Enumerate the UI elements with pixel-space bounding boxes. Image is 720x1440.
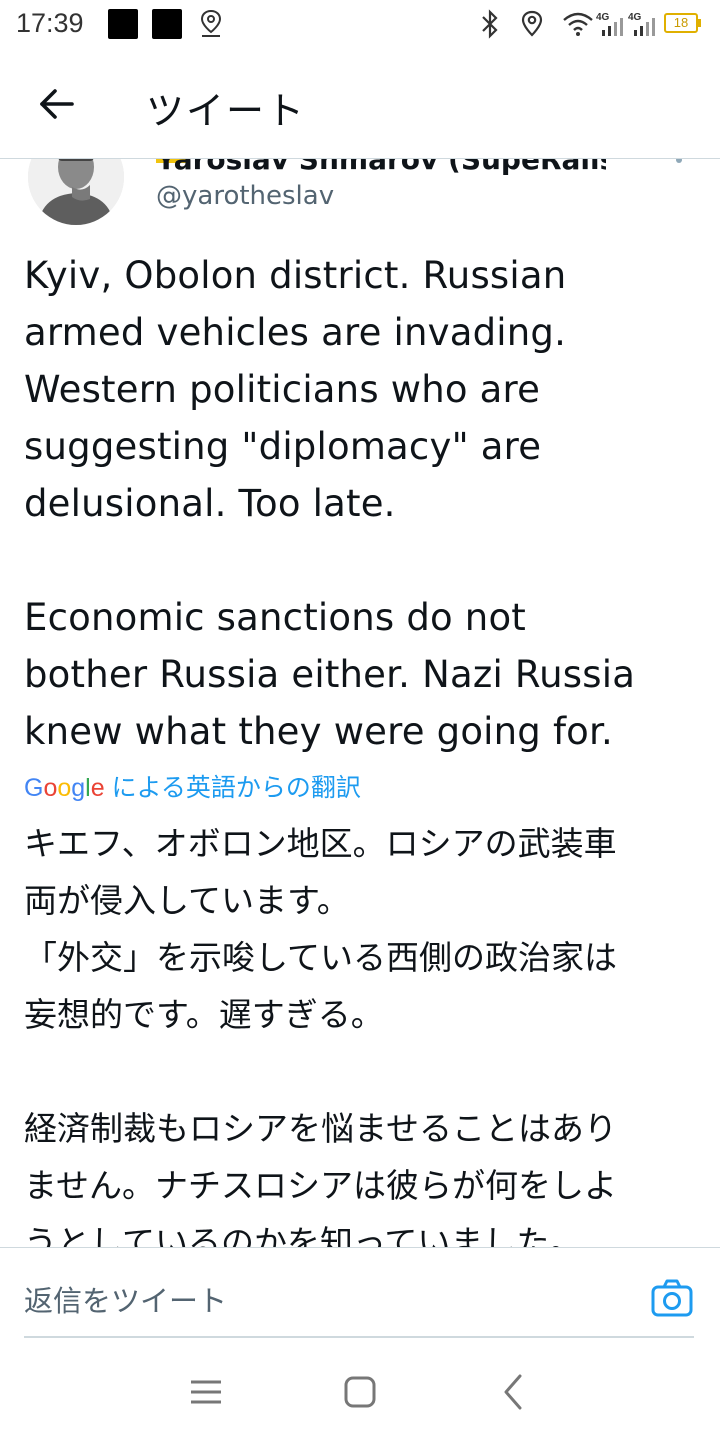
notification-square-icon <box>108 9 138 39</box>
arrow-left-icon[interactable] <box>30 78 82 130</box>
signal-icon: 4G <box>596 12 623 36</box>
translated-text: キエフ、オボロン地区。ロシアの武装車 両が侵入しています。 「外交」を示唆してい… <box>24 824 618 1247</box>
signal-icon: 4G <box>628 12 655 36</box>
location-icon <box>521 10 543 37</box>
avatar[interactable] <box>28 159 124 225</box>
author-handle[interactable]: @yarotheslav <box>156 181 334 211</box>
translation-label[interactable]: による英語からの翻訳 <box>112 773 361 802</box>
back-chevron-icon[interactable] <box>494 1372 534 1412</box>
menu-icon[interactable] <box>186 1372 226 1412</box>
bluetooth-icon <box>482 9 498 39</box>
reply-placeholder: 返信をツイート <box>24 1284 228 1318</box>
system-nav-bar <box>0 1340 720 1440</box>
author-name[interactable]: Yaroslav Shmarov (SupeRails) <box>156 159 606 176</box>
top-app-bar: ツイート <box>0 50 720 159</box>
home-square-icon[interactable] <box>340 1372 380 1412</box>
reply-input[interactable]: 返信をツイート <box>24 1248 694 1338</box>
google-logo: Google <box>24 774 105 802</box>
wifi-icon <box>563 12 593 36</box>
translation-header[interactable]: Google による英語からの翻訳 <box>24 771 361 805</box>
svg-text:4G: 4G <box>596 12 610 23</box>
tweet-detail: Yaroslav Shmarov (SupeRails) @yarothesla… <box>0 159 720 1247</box>
status-time: 17:39 <box>16 8 84 38</box>
more-options-icon[interactable] <box>676 159 682 163</box>
location-icon <box>200 9 222 37</box>
reply-bar: 返信をツイート <box>0 1247 720 1340</box>
tweet-text: Kyiv, Obolon district. Russian armed veh… <box>24 254 636 753</box>
notification-square-icon <box>152 9 182 39</box>
page-title: ツイート <box>146 89 307 133</box>
battery-icon: 18 <box>664 13 701 33</box>
svg-text:4G: 4G <box>628 12 642 23</box>
status-bar: 17:39 4G 4G 18 <box>0 0 720 50</box>
camera-icon[interactable] <box>650 1276 694 1320</box>
